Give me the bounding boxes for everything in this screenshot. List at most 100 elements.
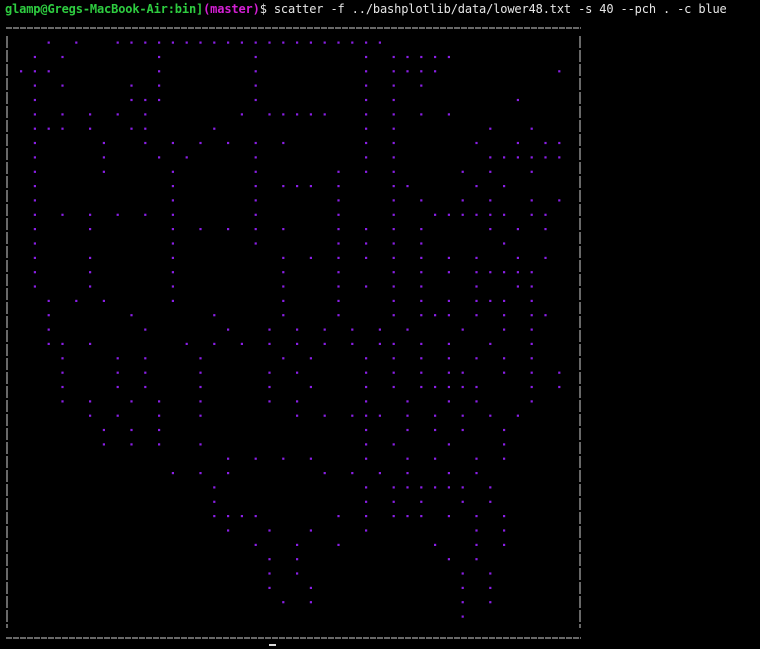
scatter-point [434, 428, 437, 432]
scatter-point [351, 472, 354, 475]
scatter-point [130, 443, 133, 446]
scatter-point [365, 371, 368, 374]
scatter-point [89, 213, 92, 216]
scatter-point [296, 328, 299, 331]
scatter-point [447, 342, 450, 345]
scatter-point [475, 185, 478, 188]
scatter-point [392, 371, 395, 374]
scatter-point [171, 170, 174, 173]
scatter-point [392, 357, 395, 360]
scatter-point [116, 414, 119, 417]
scatter-point [530, 357, 533, 360]
scatter-point [530, 170, 533, 173]
scatter-point [254, 228, 257, 231]
scatter-point [461, 500, 464, 503]
scatter-point [337, 515, 340, 518]
scatter-point [544, 256, 547, 259]
scatter-point [116, 371, 119, 374]
scatter-point [240, 515, 243, 518]
scatter-point [489, 299, 492, 302]
scatter-point [282, 601, 285, 604]
scatter-point [199, 385, 202, 389]
scatter-point [213, 515, 216, 518]
scatter-point [33, 156, 36, 159]
scatter-point [282, 285, 285, 288]
scatter-point [489, 586, 492, 589]
scatter-point [240, 113, 243, 116]
scatter-point [33, 256, 36, 259]
terminal-window[interactable]: glamp@Gregs-MacBook-Air:bin](master)$ sc… [0, 0, 760, 649]
scatter-point [530, 342, 533, 345]
scatter-point [171, 271, 174, 274]
scatter-point [392, 256, 395, 259]
scatter-point [323, 414, 326, 417]
scatter-point [503, 314, 506, 317]
scatter-point [20, 70, 23, 73]
scatter-point [185, 156, 188, 159]
scatter-point [323, 41, 326, 44]
scatter-point [158, 55, 161, 59]
scatter-point [447, 314, 450, 317]
scatter-point [213, 314, 216, 317]
scatter-point [144, 371, 147, 374]
scatter-point [268, 41, 271, 44]
scatter-point [447, 515, 450, 518]
scatter-point [365, 457, 368, 460]
scatter-point [171, 228, 174, 231]
scatter-point [130, 400, 133, 403]
scatter-point [254, 55, 257, 59]
scatter-point [254, 515, 257, 518]
scatter-point [144, 41, 147, 44]
scatter-point [102, 443, 105, 446]
scatter-point [461, 572, 464, 575]
scatter-point [227, 457, 230, 460]
scatter-point [544, 213, 547, 216]
scatter-point [47, 328, 50, 331]
scatter-point [158, 98, 161, 102]
scatter-point [227, 41, 230, 44]
scatter-point [544, 156, 547, 159]
scatter-point [254, 242, 257, 245]
scatter-point [489, 572, 492, 575]
scatter-point [61, 357, 64, 360]
scatter-point [378, 472, 381, 475]
scatter-point [434, 213, 437, 216]
scatter-point [365, 113, 368, 116]
scatter-point [296, 572, 299, 575]
scatter-point [503, 529, 506, 532]
scatter-point [309, 529, 312, 532]
scatter-point [254, 70, 257, 73]
scatter-point [434, 385, 437, 389]
scatter-point [503, 213, 506, 216]
scatter-point [171, 213, 174, 216]
scatter-point [47, 314, 50, 317]
scatter-point [130, 41, 133, 44]
scatter-point [530, 271, 533, 274]
scatter-point [365, 41, 368, 44]
scatter-point [199, 443, 202, 446]
scatter-point [544, 141, 547, 145]
scatter-point [406, 428, 409, 432]
scatter-point [199, 141, 202, 145]
scatter-point [61, 127, 64, 130]
scatter-point [309, 256, 312, 259]
scatter-point [254, 199, 257, 202]
scatter-point [33, 55, 36, 59]
scatter-point [158, 41, 161, 44]
scatter-point [475, 385, 478, 389]
scatter-point [530, 400, 533, 403]
scatter-point [199, 414, 202, 417]
scatter-point [420, 371, 423, 374]
scatter-point [434, 457, 437, 460]
plot-border [6, 27, 581, 639]
scatter-point [365, 414, 368, 417]
scatter-point [447, 256, 450, 259]
scatter-point [475, 558, 478, 561]
scatter-point [158, 400, 161, 403]
scatter-point [89, 127, 92, 130]
scatter-point [558, 371, 561, 374]
scatter-point [33, 199, 36, 202]
scatter-point [447, 271, 450, 274]
scatter-point [475, 400, 478, 403]
scatter-point [558, 156, 561, 159]
